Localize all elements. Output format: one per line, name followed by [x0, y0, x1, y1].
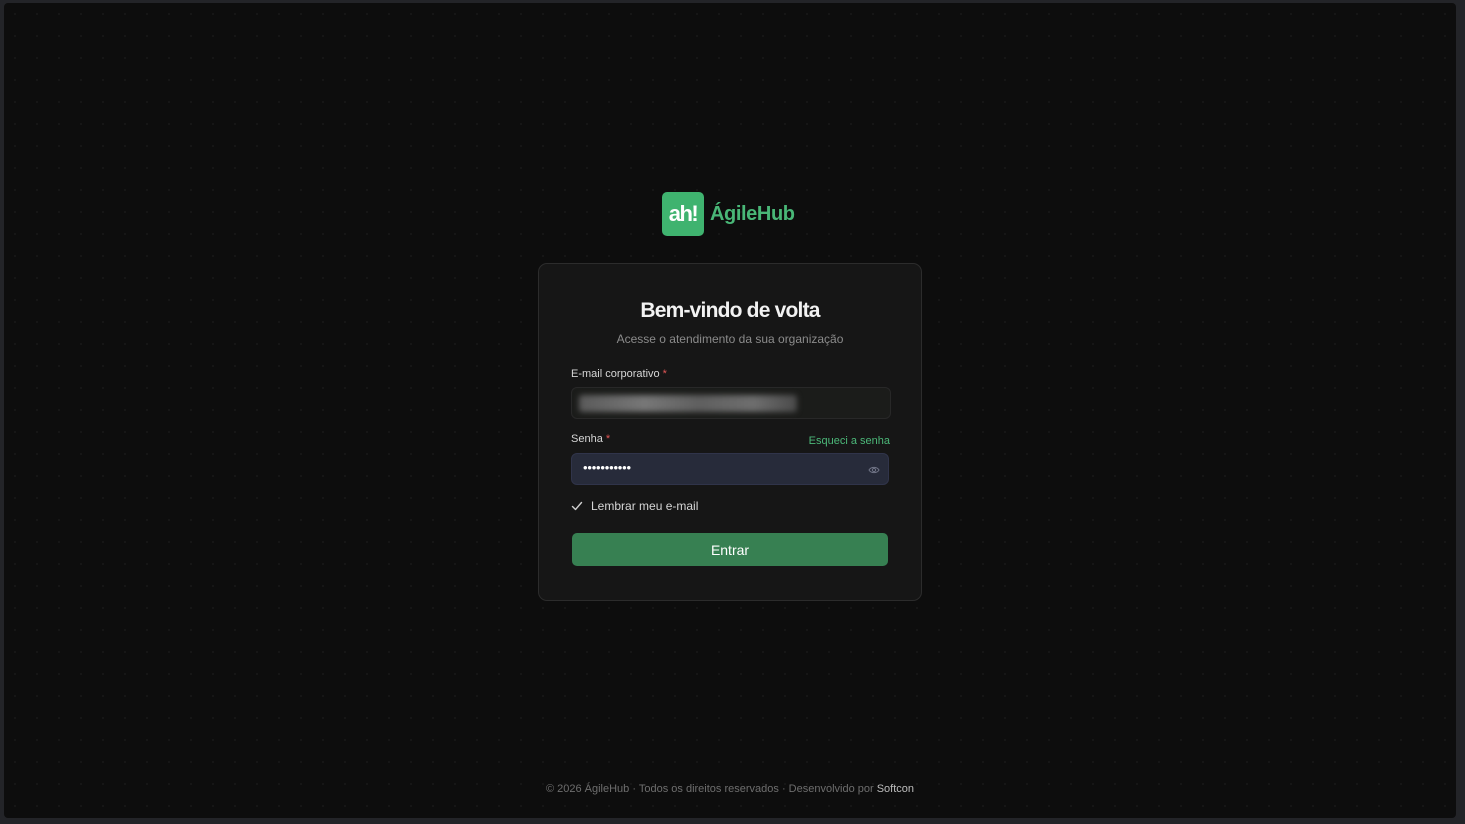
required-marker: *: [662, 368, 667, 380]
password-label: Senha *: [571, 433, 610, 445]
remember-email-label: Lembrar meu e-mail: [591, 499, 699, 513]
blurred-email-value: [579, 395, 797, 412]
password-label-text: Senha: [571, 433, 603, 445]
login-card: Bem-vindo de volta Acesse o atendimento …: [538, 263, 922, 601]
login-button[interactable]: Entrar: [572, 533, 888, 566]
footer-company: Softcon: [876, 783, 915, 795]
footer: © 2026 ÁgileHub · Todos os direitos rese…: [4, 783, 1456, 795]
password-value: •••••••••••: [583, 460, 631, 475]
brand-name: ÁgileHub: [710, 202, 795, 225]
remember-email-checkbox[interactable]: Lembrar meu e-mail: [571, 498, 698, 514]
brand-logo: ah! ÁgileHub: [662, 190, 795, 238]
check-icon: [571, 501, 583, 511]
required-marker: *: [605, 433, 611, 445]
footer-text: © 2026 ÁgileHub · Todos os direitos rese…: [545, 783, 877, 795]
page-subtitle: Acesse o atendimento da sua organização: [616, 332, 844, 346]
email-label: E-mail corporativo *: [571, 368, 667, 380]
forgot-password-link[interactable]: Esqueci a senha: [809, 435, 890, 447]
email-label-text: E-mail corporativo: [571, 368, 660, 380]
logo-mark: ah!: [662, 192, 704, 236]
eye-icon[interactable]: [868, 464, 880, 476]
page-title: Bem-vindo de volta: [640, 299, 820, 322]
app-window: ah! ÁgileHub Bem-vindo de volta Acesse o…: [4, 3, 1456, 818]
password-field[interactable]: •••••••••••: [571, 453, 889, 485]
email-field[interactable]: [571, 387, 891, 419]
